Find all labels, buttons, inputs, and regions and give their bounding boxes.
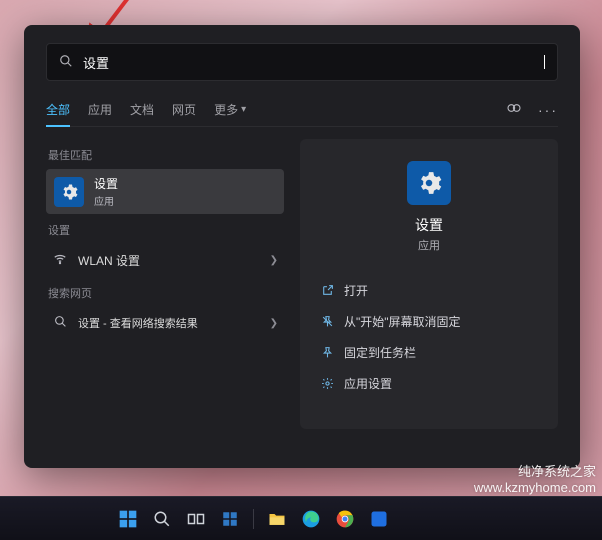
best-match-item[interactable]: 设置 应用 [46, 169, 284, 214]
best-match-header: 最佳匹配 [48, 147, 284, 163]
account-icon[interactable] [506, 100, 522, 119]
wlan-label: WLAN 设置 [78, 252, 140, 269]
chevron-down-icon: ▾ [241, 104, 246, 115]
preview-title: 设置 [415, 215, 443, 235]
wifi-icon [52, 252, 68, 269]
web-header: 搜索网页 [48, 285, 284, 301]
action-app-settings[interactable]: 应用设置 [316, 370, 542, 397]
taskbar [0, 496, 602, 540]
edge-icon[interactable] [298, 506, 324, 532]
web-result-item[interactable]: 设置 - 查看网络搜索结果 ❯ [46, 307, 284, 339]
search-panel: 设置 全部 应用 文档 网页 更多▾ ··· 最佳匹配 设置 应用 [24, 25, 580, 468]
tab-more[interactable]: 更多▾ [214, 93, 246, 126]
search-value: 设置 [83, 53, 543, 72]
watermark: 纯净系统之家 www.kzmyhome.com [474, 464, 596, 497]
taskbar-search-icon[interactable] [149, 506, 175, 532]
preview-subtitle: 应用 [418, 237, 440, 253]
action-open[interactable]: 打开 [316, 277, 542, 304]
unpin-icon [320, 315, 334, 329]
web-result-label: 设置 - 查看网络搜索结果 [78, 315, 198, 331]
search-tabs: 全部 应用 文档 网页 更多▾ [46, 93, 246, 126]
more-icon[interactable]: ··· [538, 102, 558, 118]
settings-icon-large [407, 161, 451, 205]
tab-apps[interactable]: 应用 [88, 93, 112, 126]
chevron-right-icon: ❯ [270, 318, 278, 329]
tabs-row: 全部 应用 文档 网页 更多▾ ··· [46, 93, 558, 127]
chrome-icon[interactable] [332, 506, 358, 532]
wlan-settings-item[interactable]: WLAN 设置 ❯ [46, 244, 284, 277]
tab-web[interactable]: 网页 [172, 93, 196, 126]
pin-icon [320, 346, 334, 360]
settings-icon [54, 177, 84, 207]
best-match-subtitle: 应用 [94, 193, 118, 208]
best-match-title: 设置 [94, 175, 118, 192]
widgets-icon[interactable] [217, 506, 243, 532]
action-pin-taskbar[interactable]: 固定到任务栏 [316, 339, 542, 366]
search-box[interactable]: 设置 [46, 43, 558, 81]
results-left: 最佳匹配 设置 应用 设置 WLAN 设置 ❯ 搜索网页 设置 - 查看网络搜索… [46, 139, 284, 429]
device-header: 设置 [48, 222, 284, 238]
search-icon [52, 315, 68, 331]
preview-pane: 设置 应用 打开 从"开始"屏幕取消固定 固定到任务栏 应用设置 [300, 139, 558, 429]
tab-documents[interactable]: 文档 [130, 93, 154, 126]
file-explorer-icon[interactable] [264, 506, 290, 532]
search-icon [59, 54, 73, 71]
tab-all[interactable]: 全部 [46, 93, 70, 126]
app-icon-blue[interactable] [366, 506, 392, 532]
task-view-icon[interactable] [183, 506, 209, 532]
chevron-right-icon: ❯ [270, 255, 278, 266]
action-unpin-start[interactable]: 从"开始"屏幕取消固定 [316, 308, 542, 335]
open-icon [320, 284, 334, 298]
start-button[interactable] [115, 506, 141, 532]
gear-icon [320, 377, 334, 391]
